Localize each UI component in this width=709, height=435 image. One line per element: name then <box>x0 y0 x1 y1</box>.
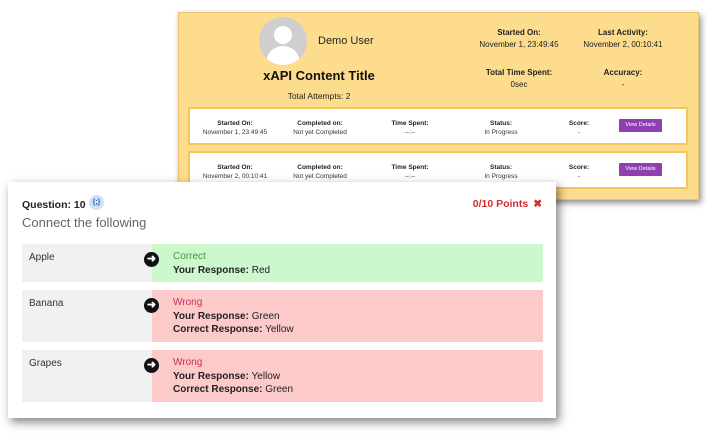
match-item-label: Banana <box>29 298 64 309</box>
code-badge-icon[interactable]: {;} <box>89 195 104 210</box>
match-item: Grapes <box>22 350 152 402</box>
points-label: 0/10 Points <box>472 198 529 210</box>
attempt-completed: Completed on: Not yet Completed <box>293 120 347 136</box>
question-number: Question: 10 <box>22 199 86 211</box>
close-x-icon: ✖ <box>533 198 542 210</box>
attempt-score: Score: - <box>568 164 590 180</box>
content-title: xAPI Content Title <box>263 68 375 83</box>
feedback-status: Wrong <box>173 357 203 368</box>
match-row: Banana Wrong Your Response: Green Correc… <box>22 290 543 342</box>
attempt-status: Status: In Progress <box>484 120 518 136</box>
attempt-started: Started On: November 2, 00:10:41 <box>202 164 268 180</box>
feedback-status: Wrong <box>173 297 203 308</box>
attempt-completed: Completed on: Not yet Completed <box>293 164 347 180</box>
correct-response: Correct Response: Green <box>173 384 294 395</box>
match-item: Apple <box>22 244 152 282</box>
accuracy-stat: Accuracy: - <box>603 68 643 89</box>
total-attempts: Total Attempts: 2 <box>287 91 351 101</box>
arrow-right-circle-icon: ➜ <box>144 252 159 267</box>
attempt-time: Time Spent: --:-- <box>391 120 429 136</box>
match-item-label: Grapes <box>29 358 62 369</box>
last-activity-stat: Last Activity: November 2, 00:10:41 <box>583 28 663 49</box>
user-avatar-icon <box>259 17 307 65</box>
question-text: Connect the following <box>22 215 147 230</box>
attempts-summary-card: Demo User xAPI Content Title Total Attem… <box>178 12 699 200</box>
your-response: Your Response: Red <box>173 265 271 276</box>
your-response: Your Response: Green <box>173 311 280 322</box>
match-feedback-wrong: Wrong Your Response: Yellow Correct Resp… <box>152 350 543 402</box>
match-feedback-correct: Correct Your Response: Red <box>152 244 543 282</box>
total-time-stat: Total Time Spent: 0sec <box>485 68 553 89</box>
match-item: Banana <box>22 290 152 342</box>
match-row: Apple Correct Your Response: Red ➜ <box>22 244 543 282</box>
view-details-button[interactable]: View Details <box>619 163 662 176</box>
match-item-label: Apple <box>29 252 55 263</box>
attempt-started: Started On: November 1, 23:49:45 <box>202 120 268 136</box>
attempt-row: Started On: November 1, 23:49:45 Complet… <box>188 107 688 145</box>
points-score: 0/10 Points ✖ <box>473 198 542 210</box>
match-feedback-wrong: Wrong Your Response: Green Correct Respo… <box>152 290 543 342</box>
your-response: Your Response: Yellow <box>173 371 281 382</box>
view-details-button[interactable]: View Details <box>619 119 662 132</box>
question-review-card: Question: 10 {;} 0/10 Points ✖ Connect th… <box>8 182 556 418</box>
attempt-score: Score: - <box>568 120 590 136</box>
match-row: Grapes Wrong Your Response: Yellow Corre… <box>22 350 543 402</box>
started-on-stat: Started On: November 1, 23:49:45 <box>479 28 559 49</box>
attempt-time: Time Spent: --:-- <box>391 164 429 180</box>
correct-response: Correct Response: Yellow <box>173 324 294 335</box>
attempt-status: Status: In Progress <box>484 164 518 180</box>
feedback-status: Correct <box>173 251 206 262</box>
arrow-right-circle-icon: ➜ <box>144 298 159 313</box>
arrow-right-circle-icon: ➜ <box>144 358 159 373</box>
user-name: Demo User <box>318 35 374 47</box>
